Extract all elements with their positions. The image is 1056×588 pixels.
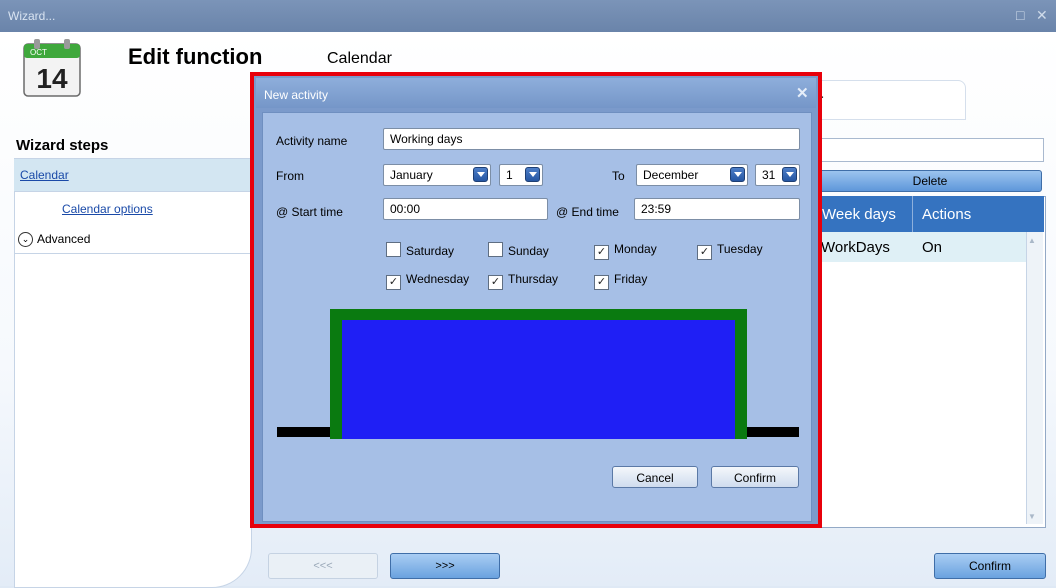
background-tab[interactable]	[818, 80, 966, 120]
checkbox-monday[interactable]: ✓ Monday	[594, 242, 657, 260]
window-titlebar: Wizard... □ ✕	[0, 0, 1056, 32]
checkbox-label: Tuesday	[717, 242, 763, 256]
page-title: Edit function	[128, 44, 263, 69]
checkbox-label: Thursday	[508, 272, 559, 286]
from-label: From	[276, 169, 304, 183]
checkbox-label: Wednesday	[406, 272, 470, 286]
column-header-actions[interactable]: Actions	[922, 206, 971, 223]
checkbox-label: Monday	[614, 242, 657, 256]
next-step-button[interactable]: >>>	[390, 553, 500, 579]
checkbox-box[interactable]	[386, 242, 401, 257]
to-day-value: 31	[762, 168, 776, 182]
checkbox-label: Saturday	[406, 244, 455, 258]
timeline-off-segment-right	[747, 427, 799, 437]
restore-icon[interactable]: □	[1016, 7, 1024, 23]
from-month-value: January	[390, 168, 433, 182]
sidebar-item-advanced[interactable]: ⌄ Advanced	[18, 232, 90, 248]
to-day-select[interactable]: 31	[755, 164, 800, 186]
timeline-on-fill	[342, 320, 735, 439]
checkmark-icon[interactable]: ✓	[488, 275, 503, 290]
cancel-button[interactable]: Cancel	[612, 466, 698, 488]
checkbox-sunday[interactable]: Sunday	[488, 242, 549, 258]
scroll-up-icon[interactable]: ▲	[1028, 236, 1036, 245]
from-month-select[interactable]: January	[383, 164, 491, 186]
checkmark-icon[interactable]: ✓	[697, 245, 712, 260]
cell-week-days: WorkDays	[821, 239, 890, 256]
delete-button[interactable]: Delete	[818, 170, 1042, 192]
wizard-steps-panel	[14, 158, 252, 588]
previous-step-button[interactable]: <<<	[268, 553, 378, 579]
to-label: To	[612, 169, 625, 183]
scroll-down-icon[interactable]: ▼	[1028, 512, 1036, 521]
sidebar-item-calendar-options[interactable]: Calendar options	[62, 202, 153, 216]
activity-name-field[interactable]: Working days	[383, 128, 800, 150]
chevron-down-circle-icon[interactable]: ⌄	[18, 232, 33, 248]
end-time-label: @ End time	[556, 205, 619, 219]
sidebar-item-calendar[interactable]: Calendar	[14, 159, 250, 192]
checkbox-tuesday[interactable]: ✓ Tuesday	[697, 242, 763, 260]
close-icon[interactable]: ✕	[1036, 7, 1048, 24]
confirm-button[interactable]: Confirm	[934, 553, 1046, 579]
checkbox-thursday[interactable]: ✓ Thursday	[488, 272, 558, 290]
sidebar-item-label[interactable]: Advanced	[37, 232, 90, 246]
background-input[interactable]	[818, 138, 1044, 162]
start-time-label: @ Start time	[276, 205, 343, 219]
dialog-confirm-button[interactable]: Confirm	[711, 466, 799, 488]
checkbox-wednesday[interactable]: ✓ Wednesday	[386, 272, 469, 290]
checkbox-friday[interactable]: ✓ Friday	[594, 272, 647, 290]
page-subtitle: Calendar	[327, 50, 392, 67]
cell-action: On	[922, 239, 943, 256]
start-time-field[interactable]: 00:00	[383, 198, 548, 220]
activity-name-label: Activity name	[276, 134, 348, 148]
grid-scrollbar[interactable]	[1026, 232, 1043, 524]
dialog-titlebar	[256, 78, 816, 108]
dropdown-arrow-icon[interactable]	[473, 167, 488, 182]
from-day-select[interactable]: 1	[499, 164, 543, 186]
sidebar-item-label[interactable]: Calendar	[20, 168, 69, 182]
calendar-icon: OCT 14	[23, 39, 81, 97]
window-title: Wizard...	[8, 9, 56, 23]
column-header-week-days[interactable]: Week days	[822, 206, 896, 223]
to-month-value: December	[643, 168, 699, 182]
checkbox-saturday[interactable]: Saturday	[386, 242, 454, 258]
divider	[14, 253, 250, 254]
checkmark-icon[interactable]: ✓	[386, 275, 401, 290]
dialog-close-icon[interactable]: ✕	[796, 84, 809, 102]
checkmark-icon[interactable]: ✓	[594, 245, 609, 260]
checkbox-label: Sunday	[508, 244, 549, 258]
end-time-field[interactable]: 23:59	[634, 198, 800, 220]
timeline-off-segment-left	[277, 427, 331, 437]
dropdown-arrow-icon[interactable]	[782, 167, 797, 182]
checkbox-box[interactable]	[488, 242, 503, 257]
column-separator	[912, 196, 913, 232]
dropdown-arrow-icon[interactable]	[730, 167, 745, 182]
calendar-icon-day: 14	[36, 63, 68, 94]
dialog-title: New activity	[264, 88, 329, 102]
to-month-select[interactable]: December	[636, 164, 748, 186]
activity-timeline-graph	[277, 309, 799, 439]
checkbox-label: Friday	[614, 272, 648, 286]
from-day-value: 1	[506, 168, 513, 182]
dropdown-arrow-icon[interactable]	[525, 167, 540, 182]
wizard-steps-title: Wizard steps	[16, 137, 109, 154]
checkmark-icon[interactable]: ✓	[594, 275, 609, 290]
calendar-icon-month: OCT	[30, 48, 47, 57]
